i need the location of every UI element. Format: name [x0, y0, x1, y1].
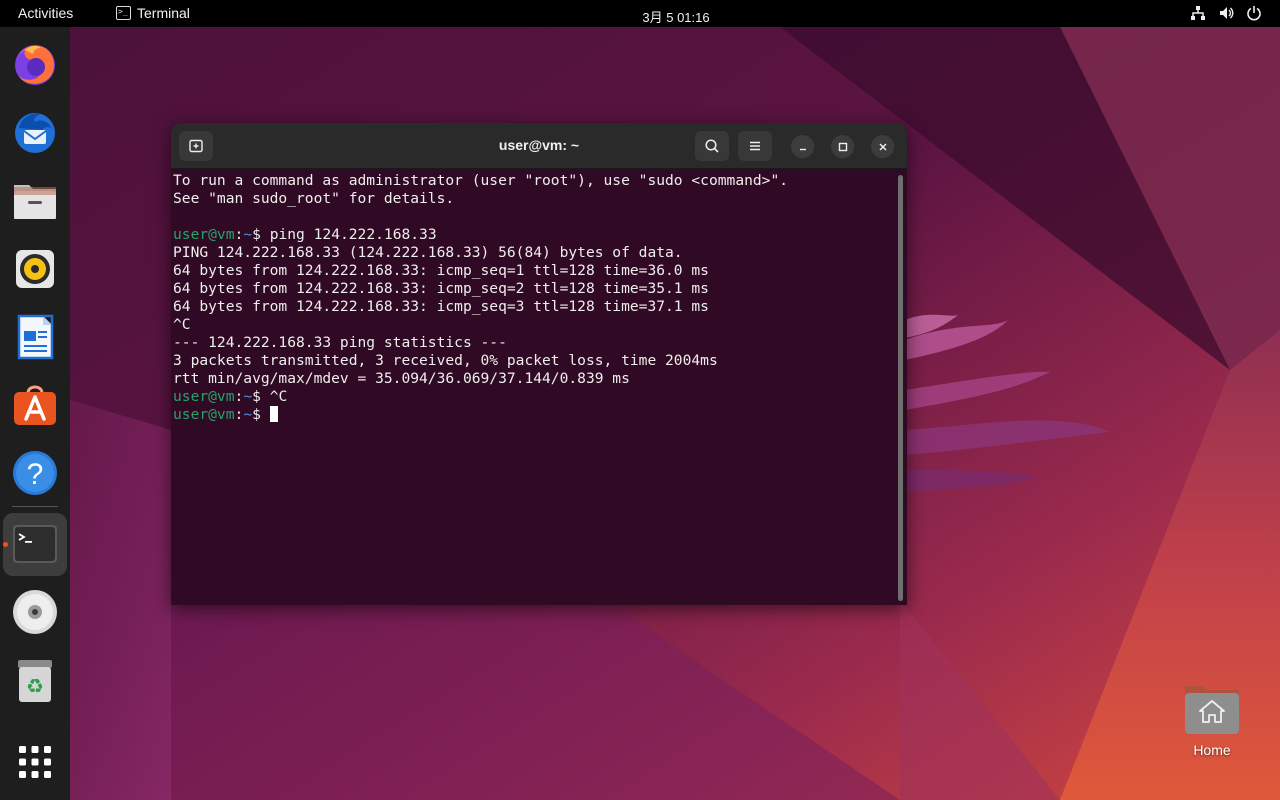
output-text: 3 packets transmitted, 3 received, 0% pa…	[173, 352, 718, 369]
new-tab-button[interactable]	[179, 131, 213, 161]
output-text: To run a command as administrator (user …	[173, 172, 789, 189]
terminal-output[interactable]: To run a command as administrator (user …	[173, 172, 895, 602]
dock-item-show-apps[interactable]	[11, 738, 59, 786]
command-text: ping 124.222.168.33	[260, 226, 437, 243]
dock-item-terminal[interactable]	[11, 520, 59, 568]
terminal-prompt-line: user@vm:~$ ping 124.222.168.33	[173, 226, 895, 244]
new-tab-icon	[189, 139, 203, 153]
output-text: ^C	[173, 316, 191, 333]
software-icon	[14, 385, 56, 425]
output-text: PING 124.222.168.33 (124.222.168.33) 56(…	[173, 244, 683, 261]
prompt-path: ~	[243, 406, 253, 423]
system-tray[interactable]	[1190, 5, 1262, 21]
dock-separator	[12, 506, 58, 507]
maximize-icon	[838, 142, 847, 151]
home-folder-label: Home	[1193, 742, 1231, 758]
terminal-prompt-line: user@vm:~$	[173, 406, 895, 424]
prompt-symbol: $	[252, 226, 261, 243]
trash-icon: ♻	[18, 660, 52, 702]
maximize-button[interactable]	[831, 135, 854, 158]
prompt-separator: :	[234, 226, 244, 243]
activities-button[interactable]: Activities	[18, 5, 73, 21]
prompt-user-host: user@vm	[173, 226, 235, 243]
dock-item-rhythmbox[interactable]	[11, 245, 59, 293]
app-menu[interactable]: >_ Terminal	[116, 5, 190, 21]
clock-container: 3月 5 01:16	[0, 7, 1280, 26]
terminal-cursor	[269, 406, 278, 422]
terminal-output-line: --- 124.222.168.33 ping statistics ---	[173, 334, 895, 352]
app-grid-icon	[19, 746, 51, 778]
output-text: See "man sudo_root" for details.	[173, 190, 455, 207]
command-text	[261, 406, 270, 423]
files-icon	[14, 185, 56, 219]
dock: ? ♻	[0, 27, 70, 800]
output-text: 64 bytes from 124.222.168.33: icmp_seq=3…	[173, 298, 709, 315]
prompt-path: ~	[243, 388, 253, 405]
prompt-symbol: $	[252, 388, 261, 405]
prompt-separator: :	[234, 406, 244, 423]
help-icon: ?	[13, 451, 57, 495]
terminal-icon	[13, 525, 57, 563]
svg-text:♻: ♻	[26, 674, 44, 698]
terminal-output-line: rtt min/avg/max/mdev = 35.094/36.069/37.…	[173, 370, 895, 388]
terminal-scrollbar[interactable]	[898, 175, 903, 601]
top-bar: Activities >_ Terminal 3月 5 01:16	[0, 0, 1280, 27]
volume-icon	[1220, 7, 1234, 19]
terminal-output-line: 64 bytes from 124.222.168.33: icmp_seq=2…	[173, 280, 895, 298]
dock-item-help[interactable]: ?	[11, 449, 59, 497]
hamburger-menu-icon	[750, 141, 760, 151]
output-text: --- 124.222.168.33 ping statistics ---	[173, 334, 507, 351]
close-icon	[878, 142, 887, 151]
prompt-path: ~	[243, 226, 253, 243]
search-button[interactable]	[695, 131, 729, 161]
dock-item-trash[interactable]: ♻	[11, 657, 59, 705]
prompt-user-host: user@vm	[173, 406, 235, 423]
output-text: 64 bytes from 124.222.168.33: icmp_seq=2…	[173, 280, 709, 297]
terminal-output-line: PING 124.222.168.33 (124.222.168.33) 56(…	[173, 244, 895, 262]
prompt-symbol: $	[252, 406, 261, 423]
terminal-output-line: 64 bytes from 124.222.168.33: icmp_seq=1…	[173, 262, 895, 280]
terminal-prompt-line: user@vm:~$ ^C	[173, 388, 895, 406]
disc-icon	[13, 590, 57, 634]
menu-button[interactable]	[738, 131, 772, 161]
dock-item-writer[interactable]	[11, 313, 59, 361]
rhythmbox-icon	[16, 250, 54, 288]
terminal-output-line: 3 packets transmitted, 3 received, 0% pa…	[173, 352, 895, 370]
home-folder-icon	[1185, 686, 1239, 734]
close-button[interactable]	[871, 135, 894, 158]
thunderbird-icon	[15, 113, 55, 153]
dock-item-thunderbird[interactable]	[11, 108, 59, 156]
dock-item-firefox[interactable]	[11, 40, 59, 88]
terminal-output-line: 64 bytes from 124.222.168.33: icmp_seq=3…	[173, 298, 895, 316]
desktop-home-folder[interactable]: Home	[1178, 682, 1246, 758]
writer-icon	[17, 314, 54, 360]
terminal-window[interactable]: user@vm: ~ To run a command as administr…	[171, 123, 907, 605]
firefox-icon	[15, 45, 55, 85]
network-icon	[1191, 6, 1205, 20]
dock-item-disc[interactable]	[11, 588, 59, 636]
terminal-app-icon: >_	[116, 6, 131, 20]
terminal-headerbar[interactable]: user@vm: ~	[171, 123, 907, 169]
output-text: rtt min/avg/max/mdev = 35.094/36.069/37.…	[173, 370, 630, 387]
svg-text:?: ?	[27, 458, 44, 491]
terminal-output-line: See "man sudo_root" for details.	[173, 190, 895, 208]
clock[interactable]: 3月 5 01:16	[642, 10, 709, 25]
command-text: ^C	[260, 388, 288, 405]
power-icon	[1247, 6, 1261, 21]
dock-item-software[interactable]	[11, 381, 59, 429]
terminal-output-line: ^C	[173, 316, 895, 334]
prompt-separator: :	[234, 388, 244, 405]
output-text: 64 bytes from 124.222.168.33: icmp_seq=1…	[173, 262, 709, 279]
terminal-output-line: To run a command as administrator (user …	[173, 172, 895, 190]
dock-item-files[interactable]	[11, 177, 59, 225]
prompt-user-host: user@vm	[173, 388, 235, 405]
minimize-button[interactable]	[791, 135, 814, 158]
minimize-icon	[799, 148, 806, 150]
running-indicator	[3, 542, 8, 547]
search-icon	[705, 139, 719, 153]
app-menu-label: Terminal	[137, 5, 190, 21]
